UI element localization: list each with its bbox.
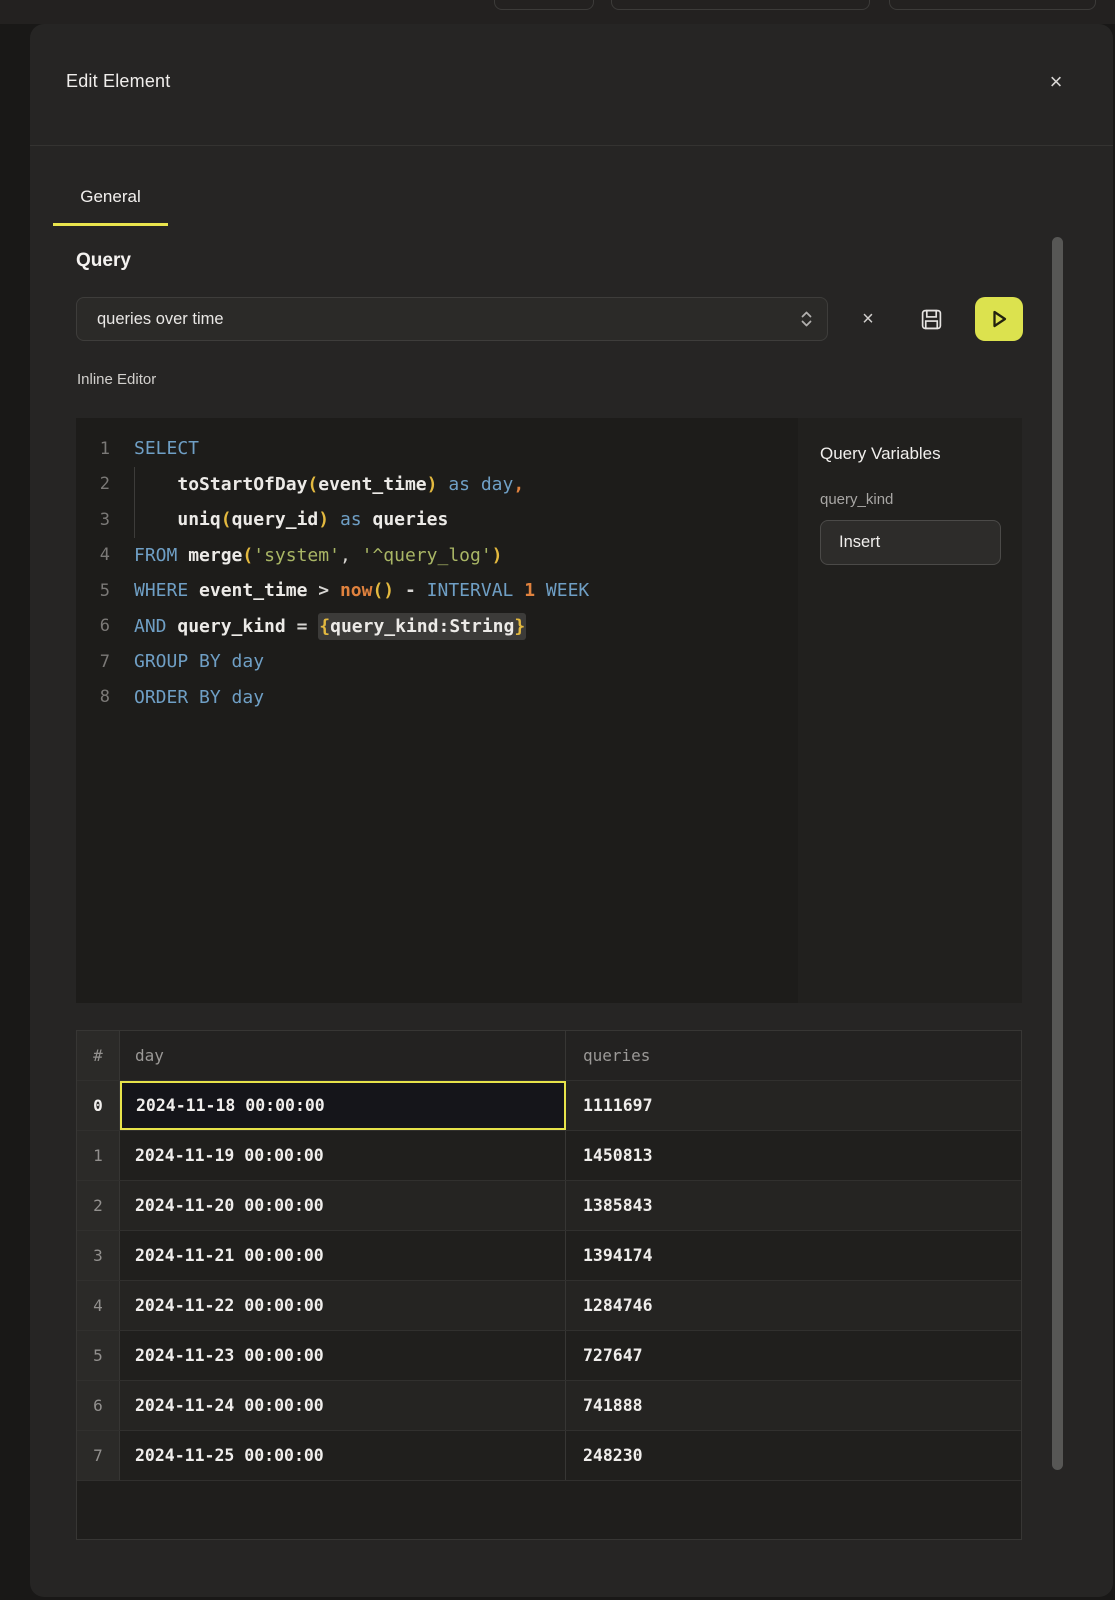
indent-guide — [134, 467, 135, 503]
code-line[interactable]: 4 FROM merge('system', '^query_log') — [76, 538, 798, 574]
clear-query-icon[interactable]: × — [852, 305, 884, 333]
sql-editor[interactable]: 1 SELECT 2 toStartOfDay(event_time) as day… — [76, 418, 1022, 1003]
table-row: 32024-11-21 00:00:001394174 — [77, 1230, 1021, 1280]
code-line[interactable]: 3 uniq(query_id) as queries — [76, 502, 798, 538]
results-table-header: # day queries — [77, 1031, 1021, 1080]
line-number: 5 — [76, 581, 110, 601]
line-number: 2 — [76, 474, 110, 494]
code-text: SELECT — [134, 438, 199, 459]
background-toolbar — [0, 0, 1115, 24]
query-variables-title: Query Variables — [820, 444, 1001, 464]
code-line[interactable]: 1 SELECT — [76, 431, 798, 467]
code-line[interactable]: 2 toStartOfDay(event_time) as day, — [76, 467, 798, 503]
line-number: 7 — [76, 652, 110, 672]
cell-day[interactable]: 2024-11-25 00:00:00 — [120, 1431, 566, 1480]
query-variables-panel: Query Variables query_kind Insert — [798, 418, 1022, 1003]
table-row: 02024-11-18 00:00:001111697 — [77, 1080, 1021, 1130]
cell-day[interactable]: 2024-11-19 00:00:00 — [120, 1131, 566, 1180]
table-row: 12024-11-19 00:00:001450813 — [77, 1130, 1021, 1180]
cell-queries[interactable]: 1450813 — [566, 1131, 1021, 1180]
table-row: 52024-11-23 00:00:00727647 — [77, 1330, 1021, 1380]
background-button — [494, 0, 594, 10]
query-variable-chip[interactable]: {query_kind:String} — [318, 613, 526, 640]
code-text: AND query_kind = {query_kind:String} — [134, 616, 526, 637]
code-line[interactable]: 6 AND query_kind = {query_kind:String} — [76, 609, 798, 645]
code-text: GROUP BY day — [134, 651, 264, 672]
row-index-cell[interactable]: 4 — [77, 1281, 120, 1330]
select-updown-icon — [800, 309, 813, 329]
code-line[interactable]: 7 GROUP BY day — [76, 644, 798, 680]
results-table: # day queries 02024-11-18 00:00:00111169… — [76, 1030, 1022, 1540]
tab-general[interactable]: General — [53, 187, 168, 226]
play-icon — [988, 307, 1010, 331]
header-divider — [30, 145, 1113, 146]
cell-queries[interactable]: 1284746 — [566, 1281, 1021, 1330]
cell-day[interactable]: 2024-11-22 00:00:00 — [120, 1281, 566, 1330]
background-button — [889, 0, 1096, 10]
cell-day[interactable]: 2024-11-20 00:00:00 — [120, 1181, 566, 1230]
code-text: toStartOfDay(event_time) as day, — [134, 474, 524, 495]
edit-element-dialog: Edit Element × General Query queries ove… — [30, 24, 1113, 1597]
code-line[interactable]: 5 WHERE event_time > now() - INTERVAL 1 W… — [76, 573, 798, 609]
row-index-cell[interactable]: 0 — [77, 1081, 120, 1130]
insert-variable-button[interactable]: Insert — [820, 520, 1001, 565]
cell-queries[interactable]: 741888 — [566, 1381, 1021, 1430]
close-icon[interactable]: × — [1042, 68, 1070, 96]
table-row: 72024-11-25 00:00:00248230 — [77, 1430, 1021, 1480]
cell-day-selected[interactable]: 2024-11-18 00:00:00 — [120, 1081, 566, 1130]
background-button — [611, 0, 870, 10]
variable-name-label: query_kind — [820, 491, 1001, 508]
code-text: ORDER BY day — [134, 687, 264, 708]
code-area[interactable]: 1 SELECT 2 toStartOfDay(event_time) as day… — [76, 418, 798, 1003]
cell-day[interactable]: 2024-11-23 00:00:00 — [120, 1331, 566, 1380]
query-section-heading: Query — [76, 250, 131, 272]
table-footer-strip — [77, 1480, 1021, 1539]
cell-queries[interactable]: 1111697 — [566, 1081, 1021, 1130]
line-number: 4 — [76, 545, 110, 565]
row-index-cell[interactable]: 7 — [77, 1431, 120, 1480]
code-text: WHERE event_time > now() - INTERVAL 1 WE… — [134, 580, 589, 601]
query-select-value: queries over time — [97, 310, 800, 329]
inline-editor-label: Inline Editor — [77, 371, 156, 388]
column-header-queries[interactable]: queries — [566, 1031, 1021, 1080]
cell-queries[interactable]: 1394174 — [566, 1231, 1021, 1280]
line-number: 8 — [76, 687, 110, 707]
row-index-cell[interactable]: 5 — [77, 1331, 120, 1380]
code-text: FROM merge('system', '^query_log') — [134, 545, 503, 566]
cell-queries[interactable]: 1385843 — [566, 1181, 1021, 1230]
row-index-cell[interactable]: 1 — [77, 1131, 120, 1180]
dialog-title: Edit Element — [66, 71, 170, 92]
table-row: 22024-11-20 00:00:001385843 — [77, 1180, 1021, 1230]
vertical-scrollbar[interactable] — [1052, 237, 1063, 1470]
code-line[interactable]: 8 ORDER BY day — [76, 680, 798, 716]
cell-day[interactable]: 2024-11-21 00:00:00 — [120, 1231, 566, 1280]
table-row: 62024-11-24 00:00:00741888 — [77, 1380, 1021, 1430]
line-number: 6 — [76, 616, 110, 636]
row-index-cell[interactable]: 3 — [77, 1231, 120, 1280]
run-query-button[interactable] — [975, 297, 1023, 341]
cell-day[interactable]: 2024-11-24 00:00:00 — [120, 1381, 566, 1430]
line-number: 1 — [76, 439, 110, 459]
query-select[interactable]: queries over time — [76, 297, 828, 341]
save-icon[interactable] — [916, 305, 946, 333]
cell-queries[interactable]: 248230 — [566, 1431, 1021, 1480]
column-header-day[interactable]: day — [120, 1031, 566, 1080]
table-row: 42024-11-22 00:00:001284746 — [77, 1280, 1021, 1330]
indent-guide — [134, 502, 135, 538]
line-number: 3 — [76, 510, 110, 530]
code-text: uniq(query_id) as queries — [134, 509, 448, 530]
cell-queries[interactable]: 727647 — [566, 1331, 1021, 1380]
column-header-index[interactable]: # — [77, 1031, 120, 1080]
row-index-cell[interactable]: 6 — [77, 1381, 120, 1430]
row-index-cell[interactable]: 2 — [77, 1181, 120, 1230]
